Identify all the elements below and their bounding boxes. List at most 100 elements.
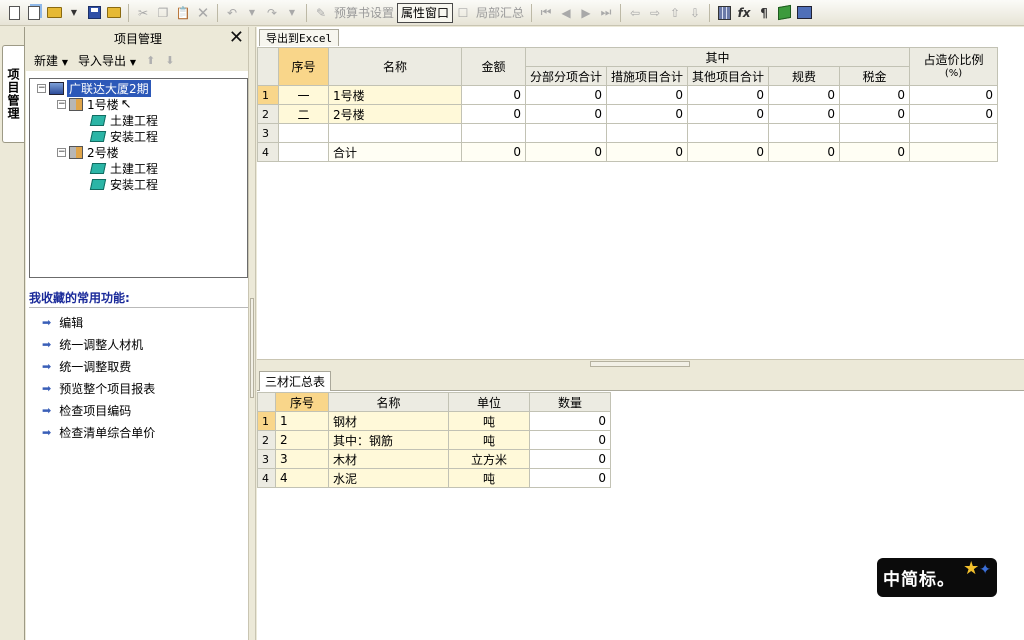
cell-ratio[interactable]: 0 <box>909 85 999 105</box>
budget-settings-icon[interactable]: ✎ <box>311 3 331 23</box>
prev-record-icon[interactable]: ◀ <box>556 3 576 23</box>
partial-summary-button[interactable]: 局部汇总 <box>473 3 527 23</box>
redo-icon[interactable]: ↷ <box>262 3 282 23</box>
cell-sub3[interactable] <box>687 123 770 143</box>
formula-icon[interactable]: fx <box>734 3 754 23</box>
cell-quantity[interactable]: 0 <box>529 449 611 469</box>
cell-seq[interactable] <box>278 123 329 143</box>
header-tax[interactable]: 税金 <box>839 66 911 86</box>
cell-sub3[interactable]: 0 <box>687 104 770 124</box>
favorite-adjust-fees[interactable]: ➡ 统一调整取费 <box>42 357 131 375</box>
cell-unit[interactable]: 吨 <box>448 411 530 431</box>
cell-sub2[interactable]: 0 <box>606 85 689 105</box>
row-number[interactable]: 2 <box>257 430 276 450</box>
vertical-splitter[interactable] <box>248 27 256 640</box>
row-number[interactable]: 4 <box>257 468 276 488</box>
move-down-icon[interactable]: ⬇ <box>165 54 174 67</box>
cell-sub2[interactable]: 0 <box>606 142 689 162</box>
cell-sub2[interactable]: 0 <box>606 104 689 124</box>
cell-ratio[interactable]: 0 <box>909 104 999 124</box>
cell-name[interactable]: 合计 <box>328 142 462 162</box>
cell-name[interactable]: 其中：钢筋 <box>328 430 449 450</box>
cell-name[interactable] <box>328 123 462 143</box>
save-icon[interactable] <box>84 3 104 23</box>
row-number[interactable]: 1 <box>257 411 276 431</box>
header-fees[interactable]: 规费 <box>768 66 841 86</box>
new-project-icon[interactable] <box>24 3 44 23</box>
cell-sub5[interactable]: 0 <box>839 104 911 124</box>
paragraph-icon[interactable]: ¶ <box>754 3 774 23</box>
header-quantity[interactable]: 数量 <box>529 392 611 412</box>
tree-b1-civil[interactable]: 土建工程 <box>89 112 158 128</box>
table-row[interactable]: 4 合计 0 0 0 0 0 0 <box>257 142 999 162</box>
cell-quantity[interactable]: 0 <box>529 411 611 431</box>
cell-name[interactable]: 1号楼 <box>328 85 462 105</box>
favorite-check-unit-price[interactable]: ➡ 检查清单综合单价 <box>42 423 155 441</box>
cell-sub1[interactable]: 0 <box>524 85 608 105</box>
cell-sub4[interactable]: 0 <box>768 104 841 124</box>
cell-name[interactable]: 水泥 <box>328 468 449 488</box>
table-row[interactable]: 1 一 1号楼 0 0 0 0 0 0 0 <box>257 85 999 105</box>
copy-icon[interactable]: ❐ <box>153 3 173 23</box>
cell-sub2[interactable] <box>606 123 689 143</box>
next-record-icon[interactable]: ▶ <box>576 3 596 23</box>
budget-settings-button[interactable]: 预算书设置 <box>331 3 397 23</box>
partial-summary-checkbox-icon[interactable]: ☐ <box>453 3 473 23</box>
table-row[interactable]: 2 二 2号楼 0 0 0 0 0 0 0 <box>257 104 999 124</box>
calculator-icon[interactable] <box>714 3 734 23</box>
cell-ratio[interactable] <box>909 142 999 162</box>
cell-unit[interactable]: 立方米 <box>448 449 530 469</box>
cell-unit[interactable]: 吨 <box>448 430 530 450</box>
favorite-edit[interactable]: ➡ 编辑 <box>42 313 83 331</box>
favorite-check-codes[interactable]: ➡ 检查项目编码 <box>42 401 131 419</box>
cell-sub4[interactable]: 0 <box>768 85 841 105</box>
move-up-icon[interactable]: ⇧ <box>665 3 685 23</box>
property-window-button[interactable]: 属性窗口 <box>397 2 454 23</box>
cell-amount[interactable] <box>461 123 526 143</box>
favorite-adjust-materials[interactable]: ➡ 统一调整人材机 <box>42 335 143 353</box>
header-sub-items-total[interactable]: 分部分项合计 <box>524 66 608 86</box>
header-unit[interactable]: 单位 <box>448 392 530 412</box>
cell-sub5[interactable] <box>839 123 911 143</box>
tab-three-materials-summary[interactable]: 三材汇总表 <box>259 371 332 391</box>
report-icon[interactable] <box>794 3 814 23</box>
tree-b2-civil[interactable]: 土建工程 <box>89 160 158 176</box>
project-management-vertical-tab[interactable]: 项目管理 <box>2 45 24 143</box>
tree-root[interactable]: − 广联达大厦2期 <box>37 79 151 97</box>
row-number[interactable]: 4 <box>257 142 279 162</box>
header-seq[interactable]: 序号 <box>278 47 329 86</box>
open-dropdown-icon[interactable]: ▼ <box>64 3 84 23</box>
cell-quantity[interactable]: 0 <box>529 468 611 488</box>
new-menu[interactable]: 新建 ▼ <box>34 52 68 69</box>
cell-sub4[interactable]: 0 <box>768 142 841 162</box>
cell-amount[interactable]: 0 <box>461 104 526 124</box>
cell-name[interactable]: 钢材 <box>328 411 449 431</box>
cell-sub1[interactable]: 0 <box>524 104 608 124</box>
move-down-icon[interactable]: ⇩ <box>685 3 705 23</box>
cell-seq[interactable]: 1 <box>275 411 329 431</box>
move-right-icon[interactable]: ⇨ <box>645 3 665 23</box>
cell-name[interactable]: 2号楼 <box>328 104 462 124</box>
new-file-icon[interactable] <box>4 3 24 23</box>
delete-icon[interactable]: ✕ <box>193 3 213 23</box>
undo-dropdown-icon[interactable]: ▼ <box>242 3 262 23</box>
cell-seq[interactable]: 一 <box>278 85 329 105</box>
tree-building-1[interactable]: − 1号楼 ↖ <box>57 96 132 112</box>
tree-b2-install[interactable]: 安装工程 <box>89 176 158 192</box>
undo-icon[interactable]: ↶ <box>222 3 242 23</box>
cell-ratio[interactable] <box>909 123 999 143</box>
header-other-items-total[interactable]: 其他项目合计 <box>687 66 770 86</box>
collapse-icon[interactable]: − <box>37 83 46 93</box>
table-row[interactable]: 4 4 水泥 吨 0 <box>257 468 611 488</box>
horizontal-splitter[interactable] <box>257 359 1024 369</box>
paste-icon[interactable]: 📋 <box>173 3 193 23</box>
cell-sub3[interactable]: 0 <box>687 85 770 105</box>
import-export-menu[interactable]: 导入导出 ▼ <box>78 52 136 69</box>
collapse-icon[interactable]: − <box>57 99 66 109</box>
cell-sub3[interactable]: 0 <box>687 142 770 162</box>
save-folder-icon[interactable] <box>104 3 124 23</box>
move-up-icon[interactable]: ⬆ <box>146 54 155 67</box>
header-name[interactable]: 名称 <box>328 392 449 412</box>
last-record-icon[interactable]: ⏭ <box>596 3 616 23</box>
cell-sub1[interactable]: 0 <box>524 142 608 162</box>
